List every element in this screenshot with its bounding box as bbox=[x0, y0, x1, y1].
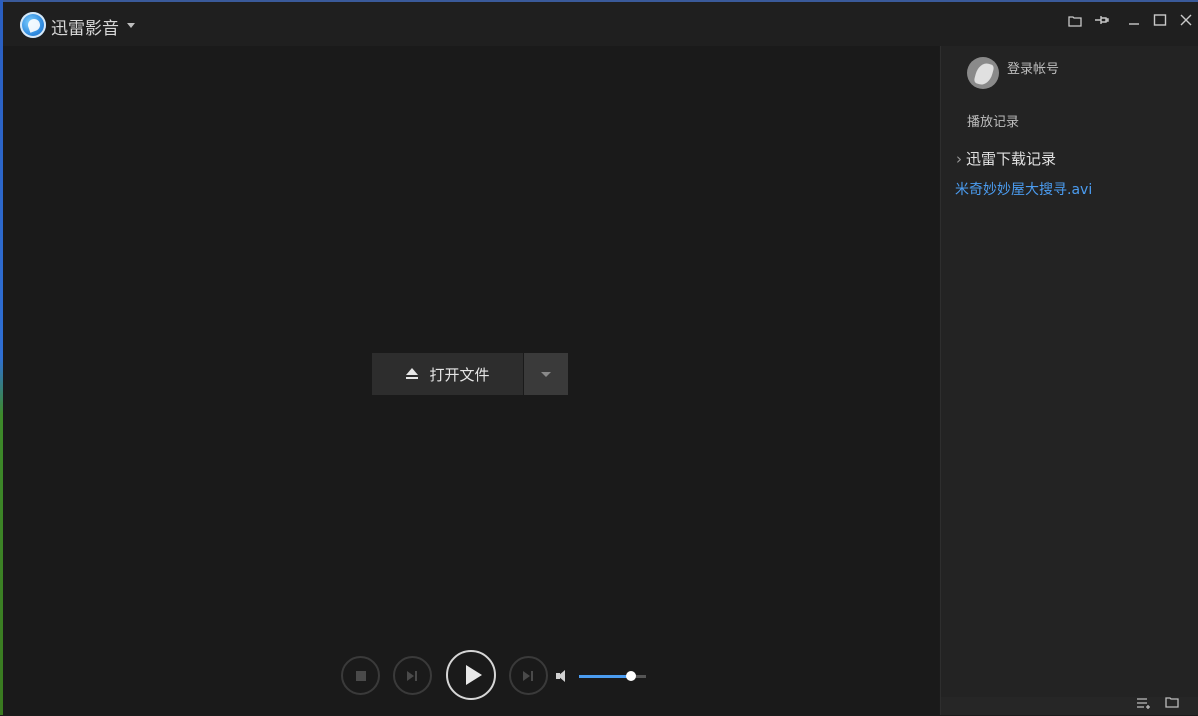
next-button[interactable] bbox=[509, 656, 548, 695]
play-history-tab[interactable]: 播放记录 bbox=[967, 111, 1019, 130]
playlist-add-icon[interactable] bbox=[1135, 696, 1153, 714]
eject-icon bbox=[405, 368, 419, 380]
folder-icon[interactable] bbox=[1064, 12, 1086, 34]
folder-icon[interactable] bbox=[1163, 696, 1181, 714]
chevron-right-icon: › bbox=[956, 150, 962, 168]
previous-icon bbox=[407, 671, 419, 681]
minimize-icon[interactable] bbox=[1123, 12, 1145, 34]
next-icon bbox=[523, 671, 535, 681]
login-link[interactable]: 登录帐号 bbox=[1007, 58, 1059, 77]
open-file-label: 打开文件 bbox=[429, 365, 490, 384]
maximize-icon[interactable] bbox=[1149, 12, 1171, 34]
volume-slider[interactable] bbox=[579, 671, 646, 681]
open-file-button[interactable]: 打开文件 bbox=[372, 353, 523, 395]
close-icon[interactable] bbox=[1175, 12, 1197, 34]
title-bar: 迅雷影音 bbox=[3, 2, 1198, 46]
app-menu-chevron-down-icon[interactable] bbox=[127, 23, 135, 28]
volume-icon[interactable] bbox=[556, 669, 570, 683]
avatar[interactable] bbox=[967, 57, 999, 89]
playlist-sidebar: 登录帐号 播放记录 › 迅雷下载记录 米奇妙妙屋大搜寻.avi bbox=[940, 46, 1198, 715]
previous-button[interactable] bbox=[393, 656, 432, 695]
volume-slider-fill bbox=[579, 675, 632, 678]
list-item[interactable]: 米奇妙妙屋大搜寻.avi bbox=[955, 179, 1092, 199]
play-button[interactable] bbox=[446, 650, 496, 700]
pin-icon[interactable] bbox=[1090, 12, 1112, 34]
download-history-label: 迅雷下载记录 bbox=[966, 150, 1057, 168]
app-logo-icon[interactable] bbox=[20, 12, 46, 38]
app-title[interactable]: 迅雷影音 bbox=[51, 14, 119, 39]
open-file-dropdown-button[interactable] bbox=[524, 353, 568, 395]
sidebar-footer bbox=[941, 697, 1198, 715]
stop-button[interactable] bbox=[341, 656, 380, 695]
download-history-section[interactable]: › 迅雷下载记录 bbox=[956, 148, 1056, 169]
